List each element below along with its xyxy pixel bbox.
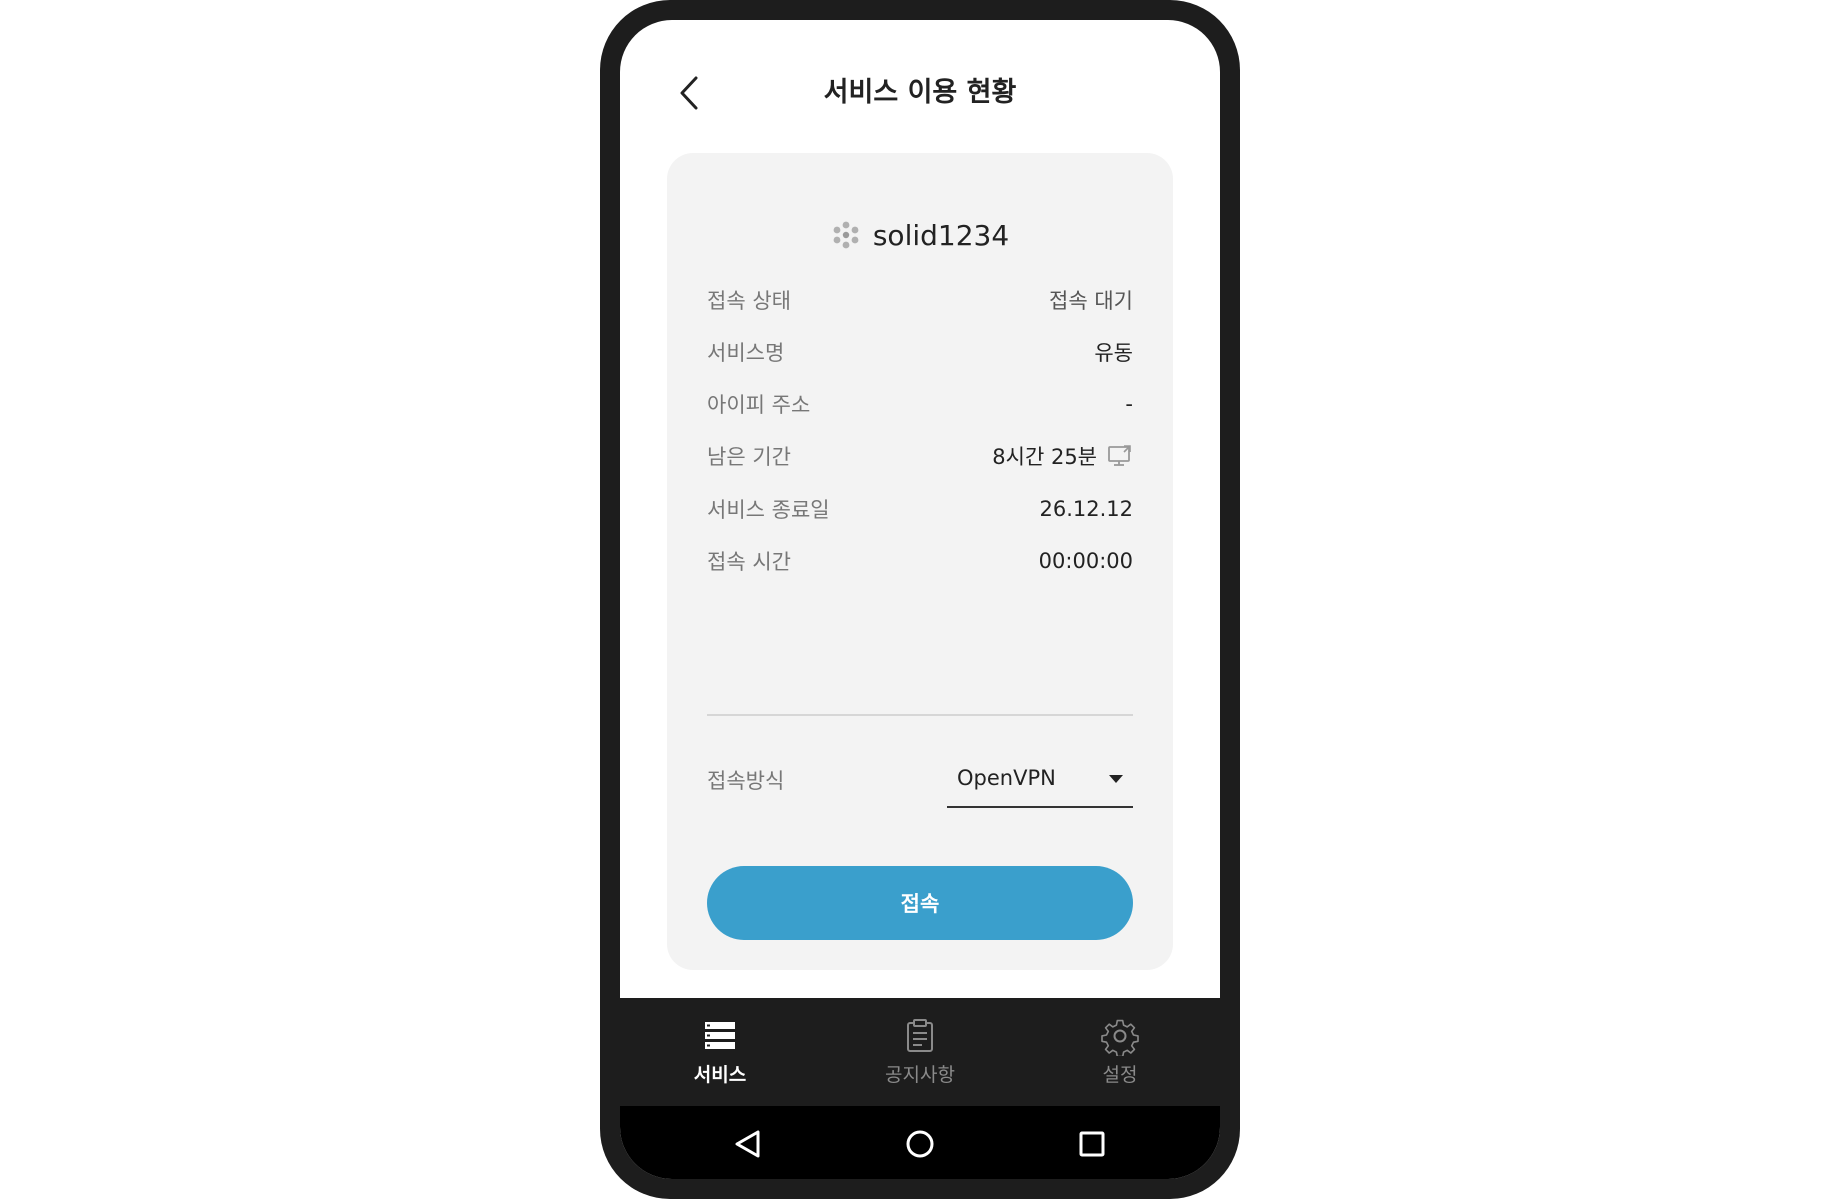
info-row-connection-status: 접속 상태 접속 대기 — [707, 280, 1133, 320]
tab-service[interactable]: 서비스 — [620, 998, 820, 1106]
page-title: 서비스 이용 현황 — [823, 77, 1017, 108]
monitor-icon[interactable] — [1107, 444, 1133, 468]
cluster-icon — [833, 221, 859, 249]
remaining-time-value: 8시간 25분 — [992, 441, 1133, 471]
phone-screen: 서비스 이용 현황 solid1234 접속 상태 접속 대기 서비스명 유동 … — [620, 20, 1220, 1179]
service-status-card: solid1234 접속 상태 접속 대기 서비스명 유동 아이피 주소 - 남… — [667, 153, 1173, 970]
tab-label: 공지사항 — [885, 1064, 955, 1086]
recents-square-icon[interactable] — [1072, 1124, 1112, 1164]
back-triangle-icon[interactable] — [728, 1124, 768, 1164]
tab-settings[interactable]: 설정 — [1020, 998, 1220, 1106]
info-row-remaining-time: 남은 기간 8시간 25분 — [707, 436, 1133, 476]
info-label: 아이피 주소 — [707, 393, 811, 417]
app-header: 서비스 이용 현황 — [620, 20, 1220, 150]
username: solid1234 — [872, 218, 1010, 252]
connection-method-value: OpenVPN — [957, 766, 1056, 790]
info-label: 접속 상태 — [707, 289, 791, 313]
tab-label: 설정 — [1102, 1064, 1138, 1086]
home-circle-icon[interactable] — [900, 1124, 940, 1164]
server-list-icon — [705, 1022, 735, 1049]
info-row-ip-address: 아이피 주소 - — [707, 384, 1133, 424]
info-row-service-end-date: 서비스 종료일 26.12.12 — [707, 489, 1133, 529]
info-value: 26.12.12 — [1039, 497, 1133, 521]
connect-button[interactable]: 접속 — [707, 866, 1133, 940]
connection-method-dropdown[interactable]: OpenVPN — [947, 748, 1133, 808]
system-navigation-bar — [620, 1106, 1220, 1179]
info-value: 접속 대기 — [1049, 289, 1133, 313]
tab-label: 서비스 — [693, 1064, 747, 1086]
info-label: 남은 기간 — [707, 445, 791, 469]
info-label: 서비스 종료일 — [707, 498, 830, 522]
info-row-service-name: 서비스명 유동 — [707, 332, 1133, 372]
info-label: 접속 시간 — [707, 550, 791, 574]
gear-icon — [1101, 1019, 1139, 1056]
divider — [707, 714, 1133, 716]
info-value: 00:00:00 — [1038, 549, 1133, 573]
info-value: 유동 — [1094, 341, 1133, 365]
info-row-connection-time: 접속 시간 00:00:00 — [707, 541, 1133, 581]
connection-method-label: 접속방식 — [707, 769, 785, 793]
tab-notice[interactable]: 공지사항 — [820, 998, 1020, 1106]
account-row: solid1234 — [667, 213, 1173, 257]
bottom-tab-bar: 서비스 공지사항 설정 — [620, 998, 1220, 1106]
phone-frame: 서비스 이용 현황 solid1234 접속 상태 접속 대기 서비스명 유동 … — [600, 0, 1240, 1199]
info-value: 8시간 25분 — [992, 445, 1097, 469]
info-label: 서비스명 — [707, 341, 785, 365]
caret-down-icon — [1109, 775, 1123, 783]
clipboard-icon — [907, 1019, 933, 1052]
info-value: - — [1125, 392, 1133, 416]
